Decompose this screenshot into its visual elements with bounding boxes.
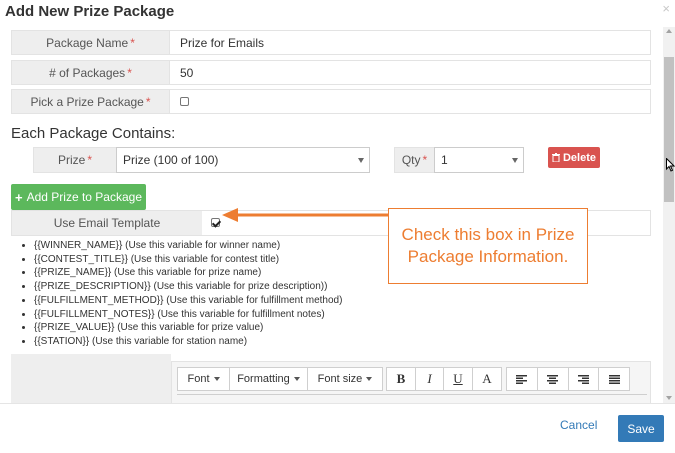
list-item: {{STATION}} (Use this variable for stati… xyxy=(34,335,342,349)
align-right-icon xyxy=(577,374,589,384)
align-right-button[interactable] xyxy=(569,368,600,390)
prize-select-value: Prize (100 of 100) xyxy=(123,153,219,167)
font-color-button[interactable]: A xyxy=(473,368,501,390)
close-icon[interactable]: × xyxy=(662,1,670,16)
align-justify-icon xyxy=(608,374,620,384)
list-item: {{PRIZE_DESCRIPTION}} (Use this variable… xyxy=(34,280,342,294)
prize-label: Prize * xyxy=(33,147,117,173)
list-item: {{WINNER_NAME}} (Use this variable for w… xyxy=(34,239,342,253)
delete-button[interactable]: Delete xyxy=(548,147,600,168)
variable-list: {{WINNER_NAME}} (Use this variable for w… xyxy=(28,239,342,349)
num-packages-row: # of Packages * 50 xyxy=(11,60,651,85)
font-dropdown[interactable]: Font xyxy=(178,368,230,390)
list-item: {{PRIZE_NAME}} (Use this variable for pr… xyxy=(34,266,342,280)
qty-select-value: 1 xyxy=(441,153,448,167)
align-justify-button[interactable] xyxy=(599,368,629,390)
plus-icon: + xyxy=(15,189,23,205)
mouse-cursor-icon xyxy=(666,158,675,172)
package-name-label: Package Name * xyxy=(12,31,170,54)
chevron-down-icon xyxy=(366,377,373,381)
bold-button[interactable]: B xyxy=(387,368,416,390)
package-name-row: Package Name * Prize for Emails xyxy=(11,30,651,55)
formatting-dropdown[interactable]: Formatting xyxy=(230,368,308,390)
style-toolbar-group: B I U A xyxy=(386,367,502,391)
scroll-thumb[interactable] xyxy=(664,57,674,202)
rich-text-editor[interactable]: Font Formatting Font size B I U A xyxy=(171,361,651,403)
chevron-down-icon xyxy=(512,158,518,163)
font-toolbar-group: Font Formatting Font size xyxy=(177,367,383,391)
chevron-down-icon xyxy=(213,377,220,381)
scroll-up-icon[interactable] xyxy=(666,29,672,33)
pick-prize-label: Pick a Prize Package * xyxy=(12,90,170,113)
arrow-annotation xyxy=(222,208,388,222)
align-center-button[interactable] xyxy=(538,368,569,390)
modal-footer: Cancel Save xyxy=(0,403,675,453)
align-left-button[interactable] xyxy=(507,368,538,390)
num-packages-label: # of Packages * xyxy=(12,61,170,84)
qty-select[interactable]: 1 xyxy=(434,147,524,173)
save-button[interactable]: Save xyxy=(618,415,664,442)
trash-icon xyxy=(551,153,560,162)
list-item: {{FULFILLMENT_NOTES}} (Use this variable… xyxy=(34,308,342,322)
list-item: {{FULFILLMENT_METHOD}} (Use this variabl… xyxy=(34,294,342,308)
font-size-dropdown[interactable]: Font size xyxy=(308,368,382,390)
align-toolbar-group xyxy=(506,367,630,391)
pick-prize-checkbox[interactable] xyxy=(180,97,189,106)
list-item: {{PRIZE_VALUE}} (Use this variable for p… xyxy=(34,321,342,335)
chevron-down-icon xyxy=(293,377,300,381)
modal-title: Add New Prize Package xyxy=(5,3,175,20)
chevron-down-icon xyxy=(358,158,364,163)
list-item: {{CONTEST_TITLE}} (Use this variable for… xyxy=(34,253,342,267)
italic-button[interactable]: I xyxy=(416,368,444,390)
add-prize-button[interactable]: + Add Prize to Package xyxy=(11,184,146,210)
section-heading: Each Package Contains: xyxy=(11,125,176,142)
qty-label: Qty * xyxy=(394,147,435,173)
package-name-input[interactable]: Prize for Emails xyxy=(170,31,650,54)
align-center-icon xyxy=(547,374,559,384)
template-body-label xyxy=(11,354,171,403)
pick-prize-row: Pick a Prize Package * xyxy=(11,89,651,114)
email-template-checkbox[interactable] xyxy=(211,218,220,227)
prize-select[interactable]: Prize (100 of 100) xyxy=(116,147,370,173)
scroll-down-icon[interactable] xyxy=(666,396,672,400)
scrollbar[interactable] xyxy=(663,27,675,403)
callout-box: Check this box in Prize Package Informat… xyxy=(388,208,588,284)
cancel-button[interactable]: Cancel xyxy=(560,418,597,432)
align-left-icon xyxy=(516,374,528,384)
editor-toolbar-row2 xyxy=(177,394,647,403)
underline-button[interactable]: U xyxy=(444,368,473,390)
num-packages-input[interactable]: 50 xyxy=(170,61,650,84)
email-template-label: Use Email Template xyxy=(12,211,202,235)
